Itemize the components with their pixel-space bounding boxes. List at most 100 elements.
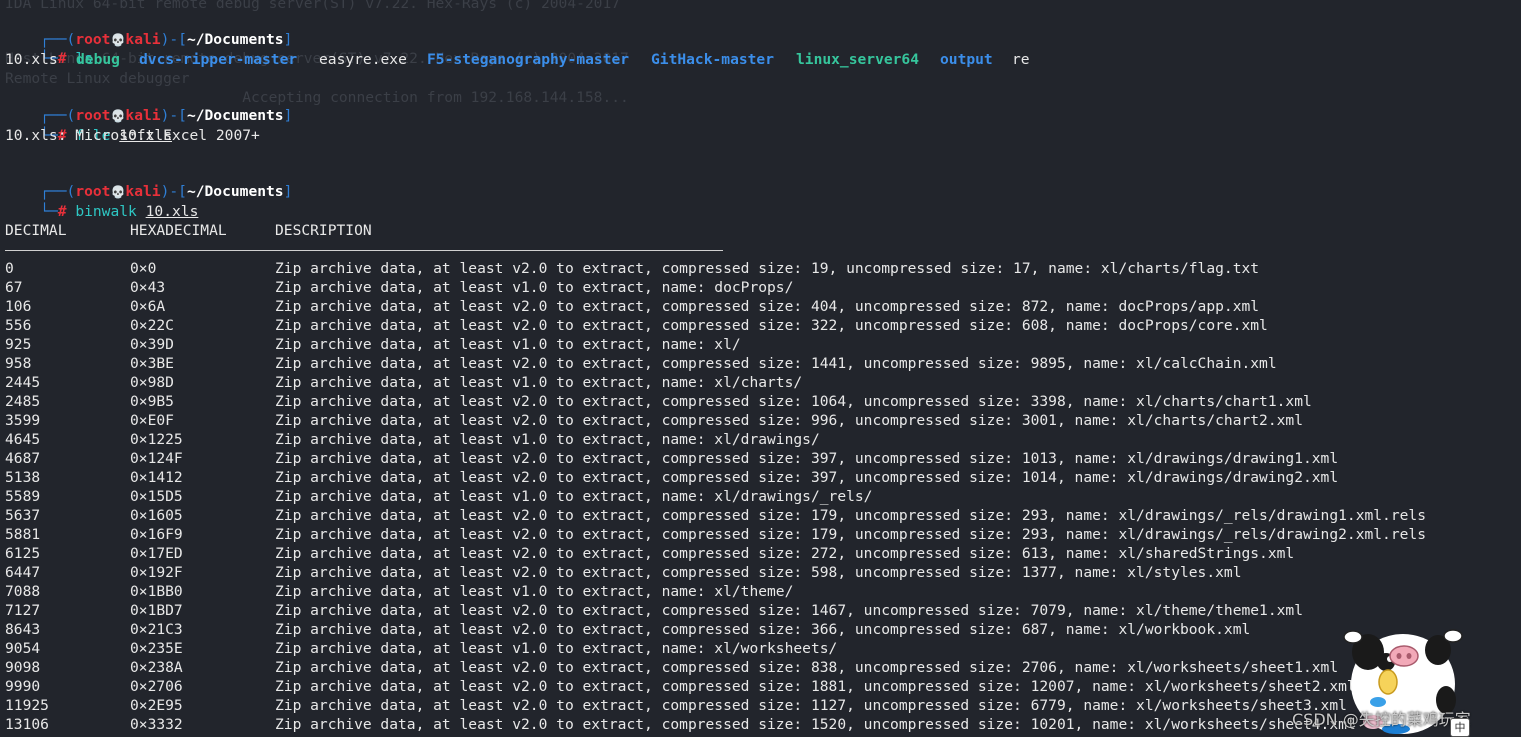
prompt-close: ] <box>283 107 293 124</box>
row-hex: 0×39D <box>130 336 174 353</box>
row-hex: 0×1BB0 <box>130 583 183 600</box>
row-decimal: 6447 <box>5 564 41 581</box>
row-hex: 0×3BE <box>130 355 174 372</box>
row-description: Zip archive data, at least v2.0 to extra… <box>275 260 1260 277</box>
row-description: Zip archive data, at least v2.0 to extra… <box>275 298 1260 315</box>
row-decimal: 7127 <box>5 602 41 619</box>
prompt-hash: # <box>57 203 67 220</box>
prompt-line-top: ┌──(root💀kali)-[~/Documents] <box>5 11 292 48</box>
row-hex: 0×192F <box>130 564 183 581</box>
row-description: Zip archive data, at least v2.0 to extra… <box>275 412 1303 429</box>
ls-entry: output <box>940 51 993 68</box>
row-description: Zip archive data, at least v2.0 to extra… <box>275 393 1312 410</box>
command-name: binwalk <box>75 203 137 220</box>
prompt-line-top: ┌──(root💀kali)-[~/Documents] <box>5 163 292 200</box>
row-hex: 0×21C3 <box>130 621 183 638</box>
command-line: └─# binwalk 10.xls <box>5 183 198 220</box>
ls-entry: debug <box>76 51 120 68</box>
row-description: Zip archive data, at least v1.0 to extra… <box>275 279 794 296</box>
row-decimal: 925 <box>5 336 32 353</box>
row-hex: 0×1225 <box>130 431 183 448</box>
ls-entry: GitHack-master <box>651 51 775 68</box>
row-hex: 0×9B5 <box>130 393 174 410</box>
ls-entry: linux_server64 <box>796 51 920 68</box>
prompt-path: ~/Documents <box>186 31 284 48</box>
binwalk-header-row: DECIMAL HEXADECIMAL DESCRIPTION <box>5 221 372 240</box>
row-decimal: 5589 <box>5 488 41 505</box>
row-description: Zip archive data, at least v1.0 to extra… <box>275 336 741 353</box>
row-description: Zip archive data, at least v2.0 to extra… <box>275 469 1339 486</box>
row-hex: 0×124F <box>130 450 183 467</box>
row-hex: 0×235E <box>130 640 183 657</box>
row-description: Zip archive data, at least v2.0 to extra… <box>275 602 1303 619</box>
row-description: Zip archive data, at least v1.0 to extra… <box>275 431 820 448</box>
ls-entry: F5-steganography-master <box>427 51 630 68</box>
row-decimal: 5138 <box>5 469 41 486</box>
row-decimal: 7088 <box>5 583 41 600</box>
header-description: DESCRIPTION <box>275 222 372 239</box>
row-decimal: 13106 <box>5 716 49 733</box>
row-hex: 0×E0F <box>130 412 174 429</box>
row-description: Zip archive data, at least v1.0 to extra… <box>275 583 794 600</box>
row-decimal: 2445 <box>5 374 41 391</box>
row-decimal: 2485 <box>5 393 41 410</box>
row-description: Zip archive data, at least v2.0 to extra… <box>275 564 1242 581</box>
row-hex: 0×43 <box>130 279 166 296</box>
row-description: Zip archive data, at least v2.0 to extra… <box>275 450 1339 467</box>
row-description: Zip archive data, at least v2.0 to extra… <box>275 621 1251 638</box>
row-hex: 0×15D5 <box>130 488 183 505</box>
row-hex: 0×3332 <box>130 716 183 733</box>
row-decimal: 5637 <box>5 507 41 524</box>
row-decimal: 0 <box>5 260 14 277</box>
row-hex: 0×16F9 <box>130 526 183 543</box>
row-description: Zip archive data, at least v2.0 to extra… <box>275 317 1268 334</box>
row-description: Zip archive data, at least v2.0 to extra… <box>275 507 1426 524</box>
csdn-watermark: CSDN @失控的菜鸡玩家 <box>1292 710 1471 729</box>
header-hexadecimal: HEXADECIMAL <box>130 222 227 239</box>
row-description: Zip archive data, at least v2.0 to extra… <box>275 659 1339 676</box>
command-argument: 10.xls <box>145 203 199 220</box>
row-decimal: 5881 <box>5 526 41 543</box>
row-decimal: 556 <box>5 317 32 334</box>
row-decimal: 958 <box>5 355 32 372</box>
header-divider <box>5 250 723 251</box>
row-hex: 0×1BD7 <box>130 602 183 619</box>
row-description: Zip archive data, at least v2.0 to extra… <box>275 697 1347 714</box>
prompt-hash: # <box>57 50 67 67</box>
row-description: Zip archive data, at least v2.0 to extra… <box>275 526 1426 543</box>
row-description: Zip archive data, at least v2.0 to extra… <box>275 545 1295 562</box>
ls-output-line: 10.xls debug dvcs-ripper-master easyre.e… <box>5 50 1030 69</box>
row-decimal: 67 <box>5 279 23 296</box>
skull-icon: 💀 <box>110 33 126 47</box>
header-decimal: DECIMAL <box>5 222 67 239</box>
row-decimal: 9098 <box>5 659 41 676</box>
row-decimal: 4687 <box>5 450 41 467</box>
row-decimal: 8643 <box>5 621 41 638</box>
row-hex: 0×22C <box>130 317 174 334</box>
prompt-corner: └─ <box>40 203 58 220</box>
command-line: └─# file 10.xls <box>5 107 172 144</box>
ime-indicator[interactable]: 中 <box>1450 718 1470 737</box>
row-description: Zip archive data, at least v1.0 to extra… <box>275 374 803 391</box>
row-decimal: 11925 <box>5 697 49 714</box>
row-hex: 0×98D <box>130 374 174 391</box>
ls-entry: dvcs-ripper-master <box>139 51 298 68</box>
prompt-close: ] <box>283 31 293 48</box>
row-hex: 0×0 <box>130 260 157 277</box>
terminal-window[interactable]: IDA Linux 64-bit remote debug server(ST)… <box>0 0 1521 737</box>
prompt-close: ] <box>283 183 293 200</box>
ls-entry: easyre.exe <box>319 51 407 68</box>
ls-entry: re <box>1012 51 1030 68</box>
prompt-path: ~/Documents <box>186 107 284 124</box>
row-decimal: 4645 <box>5 431 41 448</box>
row-hex: 0×2706 <box>130 678 183 695</box>
prompt-path: ~/Documents <box>186 183 284 200</box>
row-description: Zip archive data, at least v1.0 to extra… <box>275 488 873 505</box>
row-description: Zip archive data, at least v2.0 to extra… <box>275 716 1356 733</box>
row-decimal: 9054 <box>5 640 41 657</box>
prompt-separator: )-[ <box>160 31 187 48</box>
command-line: └─# ls <box>5 30 93 67</box>
ls-entry: 10.xls <box>5 51 58 68</box>
row-decimal: 9990 <box>5 678 41 695</box>
row-hex: 0×6A <box>130 298 166 315</box>
